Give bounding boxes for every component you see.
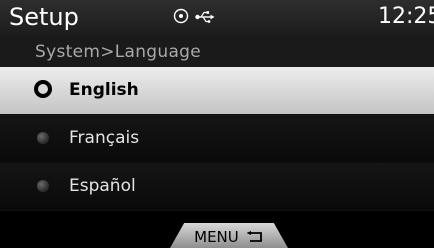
header-bar: Setup 12:25 (0, 0, 434, 36)
language-list: English Français Español (0, 67, 434, 211)
setup-screen: Setup 12:25 (0, 0, 434, 248)
language-label: English (69, 80, 139, 100)
disc-icon (173, 8, 189, 28)
language-option-francais[interactable]: Français (0, 115, 434, 163)
radio-selected-icon (34, 80, 52, 98)
language-label: Français (69, 128, 140, 148)
radio-unselected-icon (37, 180, 49, 192)
page-title: Setup (9, 3, 79, 31)
language-option-espanol[interactable]: Español (0, 163, 434, 211)
breadcrumb: System>Language (0, 36, 434, 67)
radio-unselected-icon (37, 132, 49, 144)
usb-icon (195, 9, 215, 28)
clock: 12:25 (378, 4, 434, 29)
language-label: Español (69, 176, 136, 196)
menu-label: MENU (194, 228, 239, 246)
breadcrumb-text: System>Language (35, 42, 202, 62)
menu-button[interactable]: MENU (170, 223, 288, 248)
status-icons (173, 8, 215, 28)
language-option-english[interactable]: English (0, 67, 434, 115)
back-arrow-icon (246, 228, 264, 247)
